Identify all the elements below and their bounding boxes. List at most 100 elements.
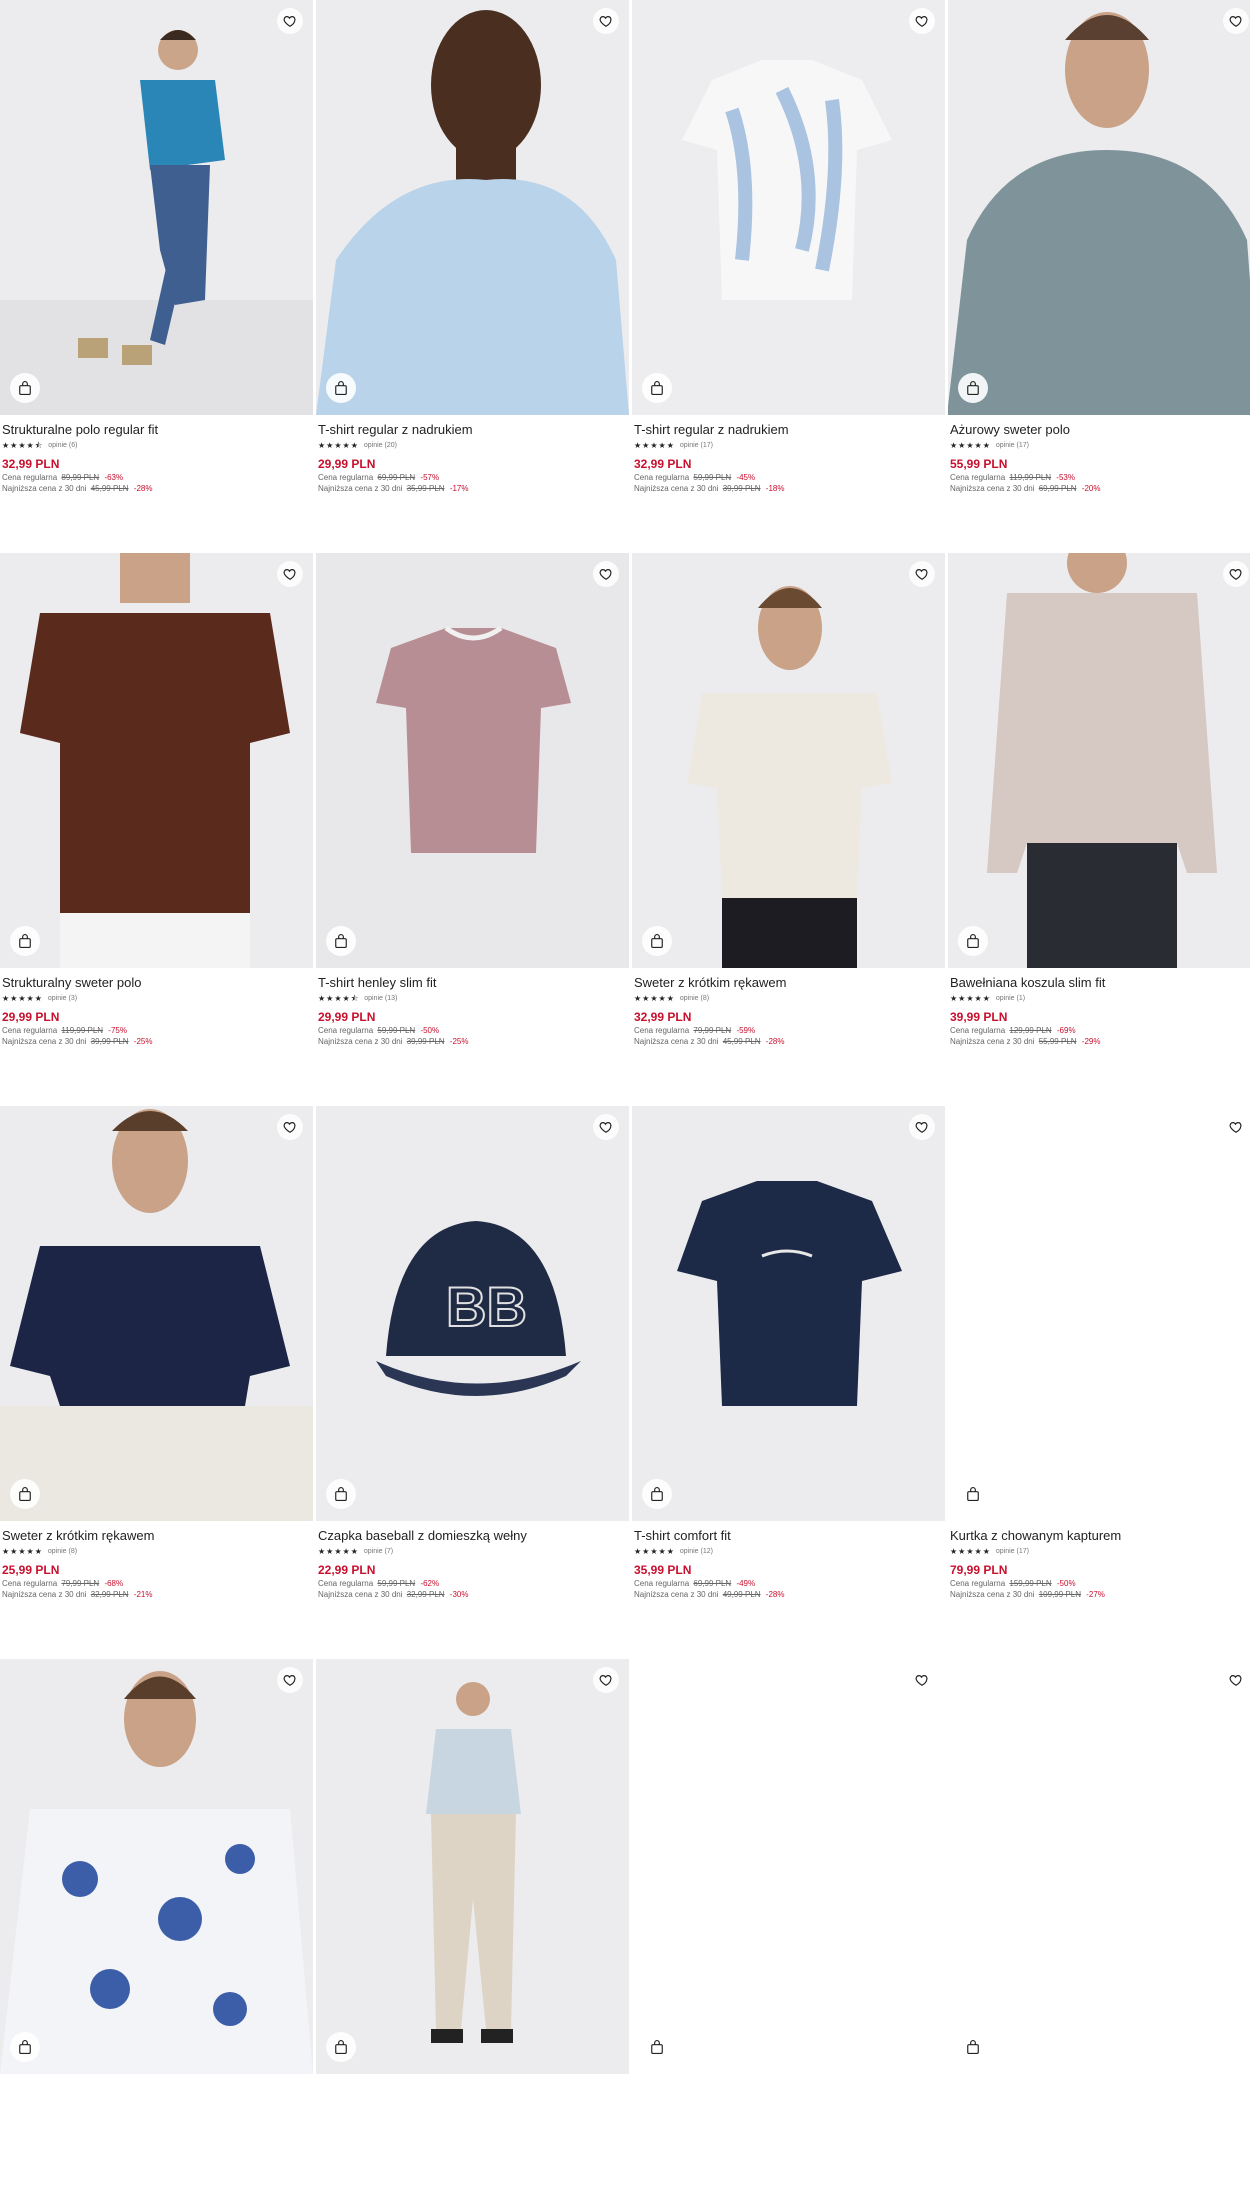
lowest-price-line: Najniższa cena z 30 dni 35,99 PLN -17%	[318, 483, 627, 494]
product-name[interactable]: Czapka baseball z domieszką wełny	[318, 1528, 627, 1544]
review-count[interactable]: opinie (17)	[996, 1547, 1029, 1557]
shopping-bag-icon[interactable]	[642, 2032, 672, 2062]
heart-icon[interactable]	[277, 1667, 303, 1693]
shopping-bag-icon[interactable]	[958, 1479, 988, 1509]
product-name[interactable]: T-shirt comfort fit	[634, 1528, 943, 1544]
regular-price: 59,99 PLN	[377, 1026, 416, 1035]
product-card[interactable]: Sweter z krótkim rękawem ★★★★★ opinie (8…	[0, 1106, 313, 1659]
heart-icon[interactable]	[593, 561, 619, 587]
heart-icon[interactable]	[593, 8, 619, 34]
heart-icon[interactable]	[909, 1667, 935, 1693]
shopping-bag-icon[interactable]	[326, 2032, 356, 2062]
product-card[interactable]: T-shirt regular z nadrukiem ★★★★★ opinie…	[632, 0, 945, 553]
product-image[interactable]	[948, 1106, 1250, 1521]
product-name[interactable]: T-shirt regular z nadrukiem	[634, 422, 943, 438]
shopping-bag-icon[interactable]	[326, 1479, 356, 1509]
shopping-bag-icon[interactable]	[642, 373, 672, 403]
product-card[interactable]	[0, 1659, 313, 2212]
regular-price: 59,99 PLN	[693, 473, 732, 482]
product-image[interactable]	[316, 0, 629, 415]
heart-icon[interactable]	[1223, 561, 1249, 587]
product-card[interactable]: BB Czapka baseball z domieszką wełny ★★★…	[316, 1106, 629, 1659]
heart-icon[interactable]	[593, 1114, 619, 1140]
review-count[interactable]: opinie (8)	[48, 1547, 77, 1557]
shopping-bag-icon[interactable]	[10, 1479, 40, 1509]
product-image[interactable]	[948, 1659, 1250, 2074]
product-card[interactable]: Bawełniana koszula slim fit ★★★★★ opinie…	[948, 553, 1250, 1106]
heart-icon[interactable]	[277, 561, 303, 587]
product-image[interactable]	[948, 0, 1250, 415]
lowest-price: 35,99 PLN	[406, 484, 445, 493]
heart-icon[interactable]	[277, 8, 303, 34]
heart-icon[interactable]	[909, 8, 935, 34]
product-image[interactable]	[632, 1659, 945, 2074]
product-card[interactable]: Strukturalny sweter polo ★★★★★ opinie (3…	[0, 553, 313, 1106]
product-info: Bawełniana koszula slim fit ★★★★★ opinie…	[948, 968, 1250, 1047]
shopping-bag-icon[interactable]	[10, 2032, 40, 2062]
product-card[interactable]	[632, 1659, 945, 2212]
product-image[interactable]	[948, 553, 1250, 968]
review-count[interactable]: opinie (8)	[680, 994, 709, 1004]
heart-icon[interactable]	[909, 561, 935, 587]
review-count[interactable]: opinie (20)	[364, 441, 397, 451]
review-count[interactable]: opinie (13)	[364, 994, 397, 1004]
review-count[interactable]: opinie (17)	[680, 441, 713, 451]
product-image[interactable]	[316, 553, 629, 968]
product-image[interactable]	[632, 553, 945, 968]
product-image[interactable]	[316, 1659, 629, 2074]
shopping-bag-icon[interactable]	[326, 373, 356, 403]
product-image[interactable]	[0, 553, 313, 968]
review-count[interactable]: opinie (6)	[48, 441, 77, 451]
heart-icon[interactable]	[1223, 8, 1249, 34]
product-image[interactable]	[0, 0, 313, 415]
product-image[interactable]	[632, 1106, 945, 1521]
shopping-bag-icon[interactable]	[958, 373, 988, 403]
product-name[interactable]: Kurtka z chowanym kapturem	[950, 1528, 1250, 1544]
shopping-bag-icon[interactable]	[326, 926, 356, 956]
product-image[interactable]	[0, 1106, 313, 1521]
product-image[interactable]: BB	[316, 1106, 629, 1521]
review-count[interactable]: opinie (12)	[680, 1547, 713, 1557]
shopping-bag-icon[interactable]	[958, 926, 988, 956]
product-name[interactable]: Ażurowy sweter polo	[950, 422, 1250, 438]
shopping-bag-icon[interactable]	[958, 2032, 988, 2062]
product-card[interactable]: Ażurowy sweter polo ★★★★★ opinie (17) 55…	[948, 0, 1250, 553]
product-card[interactable]: T-shirt henley slim fit ★★★★⯪ opinie (13…	[316, 553, 629, 1106]
product-name[interactable]: Strukturalne polo regular fit	[2, 422, 311, 438]
lowest-price-label: Najniższa cena z 30 dni	[318, 1590, 403, 1599]
review-count[interactable]: opinie (1)	[996, 994, 1025, 1004]
review-count[interactable]: opinie (3)	[48, 994, 77, 1004]
lowest-price-label: Najniższa cena z 30 dni	[634, 484, 719, 493]
heart-icon[interactable]	[593, 1667, 619, 1693]
product-card[interactable]: Strukturalne polo regular fit ★★★★⯪ opin…	[0, 0, 313, 553]
heart-icon[interactable]	[277, 1114, 303, 1140]
product-name[interactable]: Strukturalny sweter polo	[2, 975, 311, 991]
product-card[interactable]	[948, 1659, 1250, 2212]
product-name[interactable]: Bawełniana koszula slim fit	[950, 975, 1250, 991]
shopping-bag-icon[interactable]	[10, 373, 40, 403]
current-price: 29,99 PLN	[318, 1010, 376, 1024]
product-card[interactable]	[316, 1659, 629, 2212]
review-count[interactable]: opinie (7)	[364, 1547, 393, 1557]
regular-price-line: Cena regularna 89,99 PLN -63%	[2, 472, 311, 483]
product-image[interactable]	[632, 0, 945, 415]
product-card[interactable]: T-shirt regular z nadrukiem ★★★★★ opinie…	[316, 0, 629, 553]
shopping-bag-icon[interactable]	[642, 1479, 672, 1509]
heart-icon[interactable]	[1223, 1114, 1249, 1140]
regular-price-label: Cena regularna	[634, 473, 690, 482]
product-card[interactable]: T-shirt comfort fit ★★★★★ opinie (12) 35…	[632, 1106, 945, 1659]
star-rating-icon: ★★★★★	[950, 1547, 991, 1556]
heart-icon[interactable]	[909, 1114, 935, 1140]
lowest-discount: -25%	[133, 1037, 153, 1046]
review-count[interactable]: opinie (17)	[996, 441, 1029, 451]
product-name[interactable]: Sweter z krótkim rękawem	[634, 975, 943, 991]
shopping-bag-icon[interactable]	[642, 926, 672, 956]
shopping-bag-icon[interactable]	[10, 926, 40, 956]
product-image[interactable]	[0, 1659, 313, 2074]
heart-icon[interactable]	[1223, 1667, 1249, 1693]
product-name[interactable]: Sweter z krótkim rękawem	[2, 1528, 311, 1544]
product-name[interactable]: T-shirt henley slim fit	[318, 975, 627, 991]
product-card[interactable]: Kurtka z chowanym kapturem ★★★★★ opinie …	[948, 1106, 1250, 1659]
product-name[interactable]: T-shirt regular z nadrukiem	[318, 422, 627, 438]
product-card[interactable]: Sweter z krótkim rękawem ★★★★★ opinie (8…	[632, 553, 945, 1106]
